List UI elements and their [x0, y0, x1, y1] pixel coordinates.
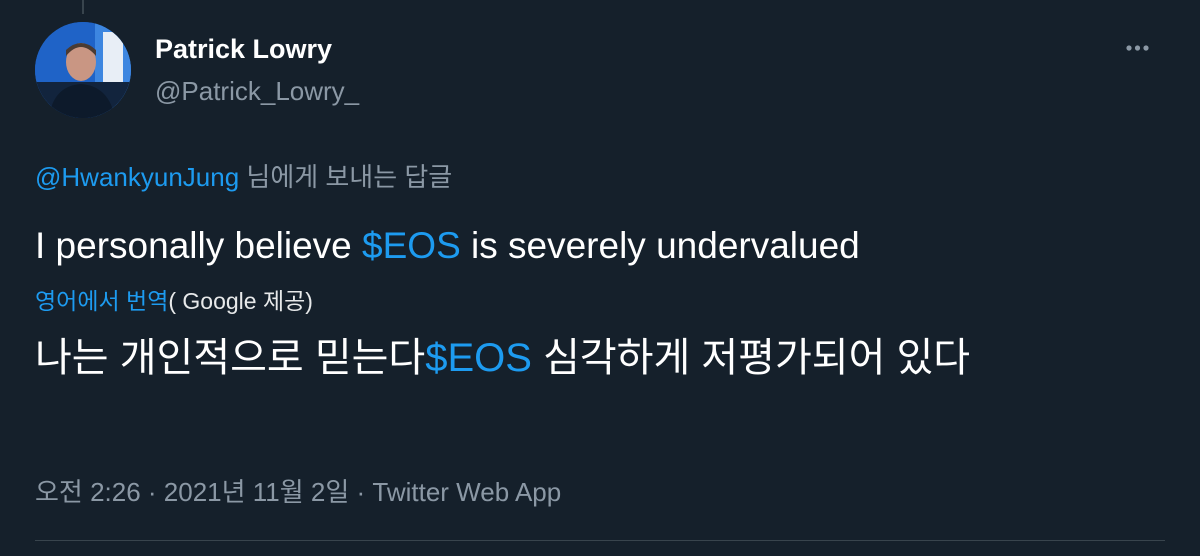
author-display-name[interactable]: Patrick Lowry	[155, 34, 332, 65]
tweet-text: I personally believe $EOS is severely un…	[35, 222, 860, 270]
avatar-photo	[35, 22, 131, 118]
translation-provider: ( Google 제공)	[168, 288, 313, 314]
tweet-date[interactable]: 2021년 11월 2일	[164, 477, 350, 507]
translated-text-before: 나는 개인적으로 믿는다	[35, 336, 426, 380]
cashtag-link[interactable]: $EOS	[362, 225, 461, 266]
tweet-container: Patrick Lowry @Patrick_Lowry_ @HwankyunJ…	[0, 0, 1200, 556]
reply-context-suffix: 님에게 보내는 답글	[239, 162, 453, 192]
translated-tweet-text: 나는 개인적으로 믿는다$EOS 심각하게 저평가되어 있다	[35, 332, 1135, 384]
translation-attribution: 영어에서 번역( Google 제공)	[35, 282, 313, 316]
meta-separator: ·	[140, 477, 164, 507]
thread-connector-line	[82, 0, 84, 14]
tweet-text-after: is severely undervalued	[460, 225, 860, 266]
tweet-source-link[interactable]: Twitter Web App	[372, 477, 561, 507]
translated-cashtag-link[interactable]: $EOS	[425, 336, 532, 380]
more-options-button[interactable]	[1112, 30, 1162, 72]
translate-link[interactable]: 영어에서 번역	[35, 288, 168, 314]
meta-separator: ·	[349, 477, 373, 507]
tweet-time[interactable]: 오전 2:26	[35, 477, 141, 507]
translated-text-after: 심각하게 저평가되어 있다	[531, 336, 971, 380]
reply-context: @HwankyunJung 님에게 보내는 답글	[35, 157, 452, 194]
tweet-text-before: I personally believe	[35, 225, 363, 266]
divider	[35, 540, 1165, 541]
tweet-metadata: 오전 2:26 · 2021년 11월 2일 · Twitter Web App	[35, 472, 561, 509]
author-handle[interactable]: @Patrick_Lowry_	[155, 76, 359, 107]
more-horizontal-icon	[1126, 45, 1149, 51]
avatar[interactable]	[35, 22, 131, 118]
reply-mention-link[interactable]: @HwankyunJung	[35, 162, 239, 192]
